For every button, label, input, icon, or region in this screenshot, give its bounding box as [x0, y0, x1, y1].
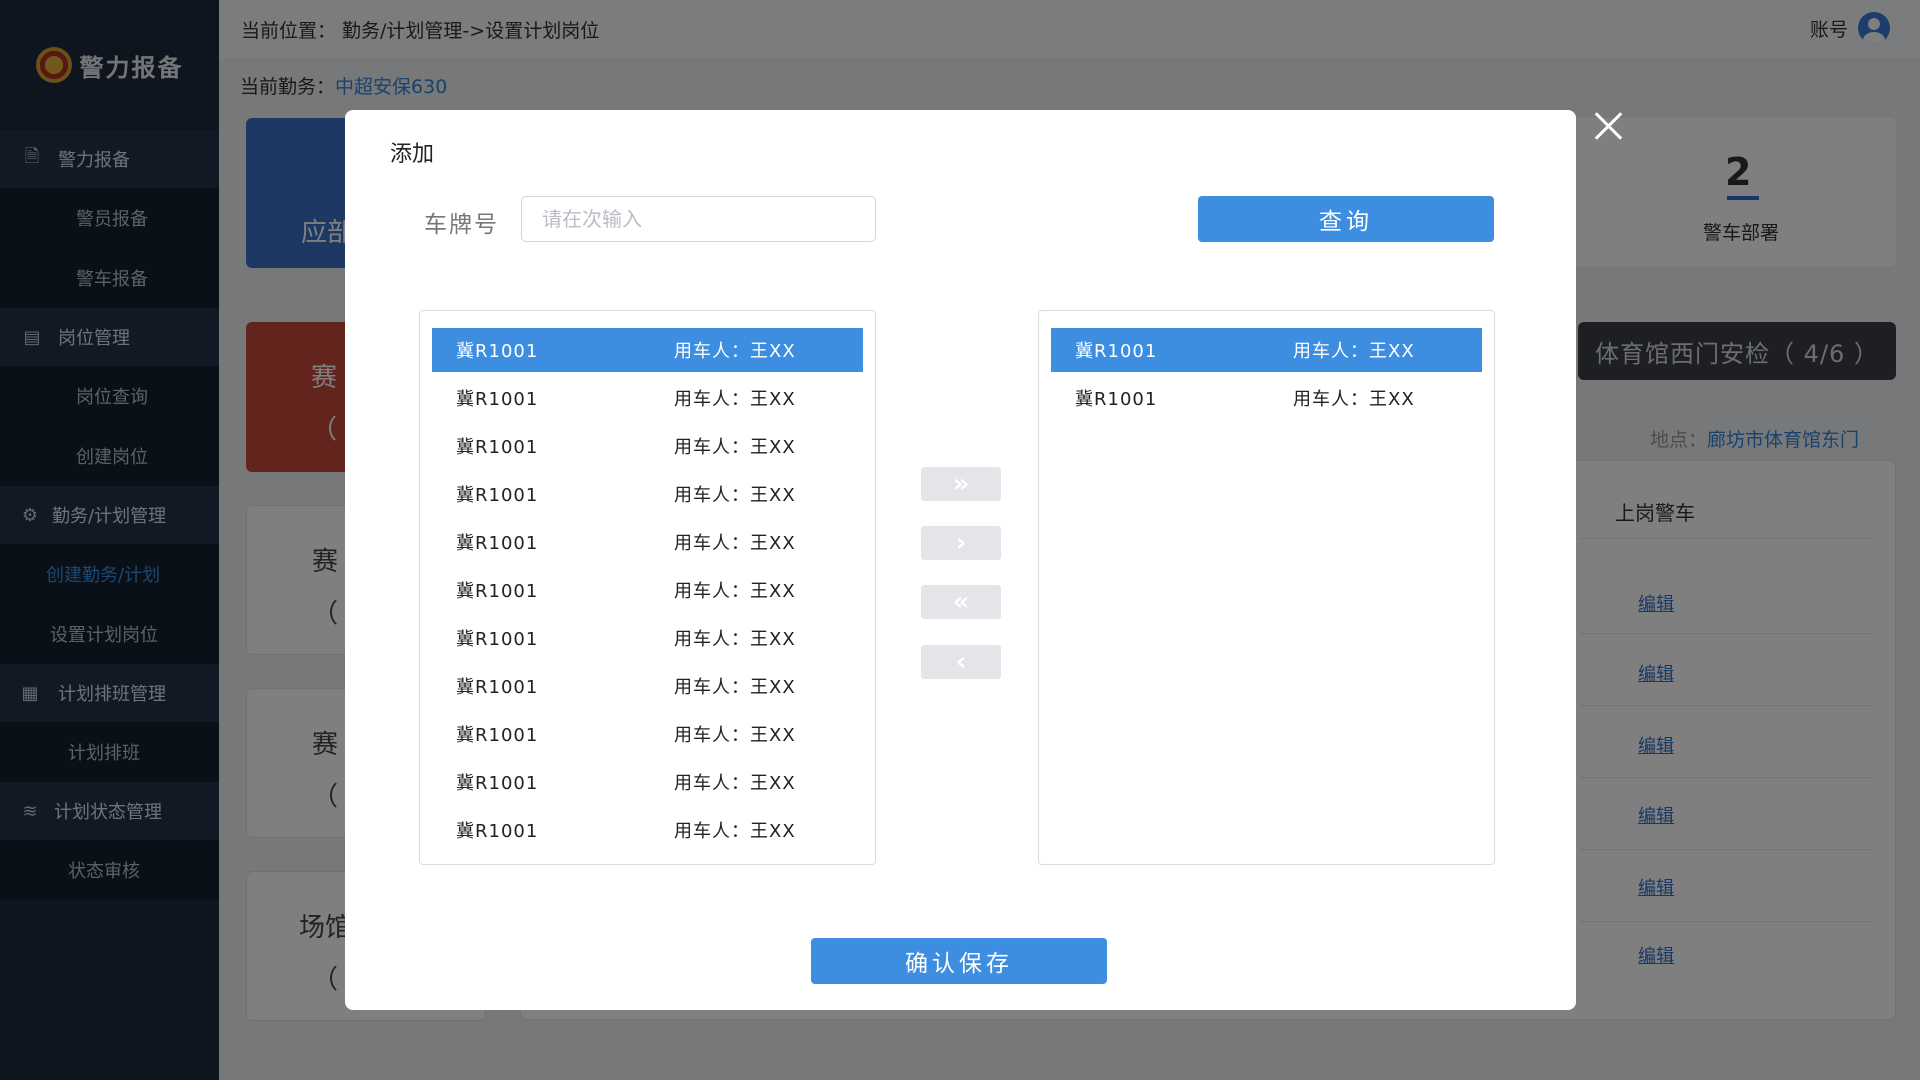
vehicle-plate: 冀R1001 — [456, 677, 539, 698]
query-button[interactable]: 查询 — [1198, 196, 1494, 242]
vehicle-user: 用车人：王XX — [1293, 389, 1415, 410]
vehicle-plate: 冀R1001 — [456, 629, 539, 650]
vehicle-list-item[interactable]: 冀R1001 用车人：王XX — [432, 760, 863, 804]
chevron-left-icon: ‹ — [955, 647, 967, 677]
vehicle-plate: 冀R1001 — [456, 341, 539, 362]
confirm-save-button[interactable]: 确认保存 — [811, 938, 1107, 984]
vehicle-plate: 冀R1001 — [456, 437, 539, 458]
add-vehicle-dialog: 添加 车牌号 查询 冀R1001用车人：王XX冀R1001用车人：王XX冀R10… — [345, 110, 1576, 1010]
vehicle-list-item[interactable]: 冀R1001 用车人：王XX — [432, 664, 863, 708]
vehicle-plate: 冀R1001 — [1075, 341, 1158, 362]
vehicle-plate: 冀R1001 — [456, 485, 539, 506]
vehicle-plate: 冀R1001 — [456, 389, 539, 410]
vehicle-list-item[interactable]: 冀R1001 用车人：王XX — [1051, 376, 1482, 420]
move-right-button[interactable]: › — [921, 526, 1001, 560]
close-icon[interactable] — [1590, 108, 1626, 144]
vehicle-plate: 冀R1001 — [456, 773, 539, 794]
selected-vehicles-list[interactable]: 冀R1001 用车人：王XX 冀R1001 用车人：王XX — [1038, 310, 1495, 865]
vehicle-user: 用车人：王XX — [674, 677, 796, 698]
vehicle-list-item[interactable]: 冀R1001 用车人：王XX — [432, 616, 863, 660]
vehicle-plate: 冀R1001 — [1075, 389, 1158, 410]
vehicle-plate: 冀R1001 — [456, 821, 539, 842]
vehicle-user: 用车人：王XX — [674, 533, 796, 554]
vehicle-list-item[interactable]: 冀R1001 用车人：王XX — [432, 712, 863, 756]
vehicle-user: 用车人：王XX — [674, 389, 796, 410]
vehicle-list-item[interactable]: 冀R1001 用车人：王XX — [432, 376, 863, 420]
dialog-title: 添加 — [390, 142, 435, 167]
move-left-button[interactable]: ‹ — [921, 645, 1001, 679]
vehicle-user: 用车人：王XX — [674, 725, 796, 746]
vehicle-plate: 冀R1001 — [456, 581, 539, 602]
vehicle-list-item[interactable]: 冀R1001 用车人：王XX — [432, 424, 863, 468]
vehicle-user: 用车人：王XX — [674, 341, 796, 362]
vehicle-user: 用车人：王XX — [674, 821, 796, 842]
double-chevron-left-icon: « — [952, 587, 970, 617]
vehicle-list-item[interactable]: 冀R1001 用车人：王XX — [432, 328, 863, 372]
chevron-right-icon: › — [955, 528, 967, 558]
plate-number-input[interactable] — [521, 196, 876, 242]
move-all-left-button[interactable]: « — [921, 585, 1001, 619]
plate-number-label: 车牌号 — [424, 212, 499, 238]
vehicle-user: 用车人：王XX — [674, 581, 796, 602]
vehicle-list-item[interactable]: 冀R1001 用车人：王XX — [432, 808, 863, 852]
vehicle-user: 用车人：王XX — [674, 629, 796, 650]
vehicle-user: 用车人：王XX — [1293, 341, 1415, 362]
vehicle-list-item[interactable]: 冀R1001 用车人：王XX — [432, 520, 863, 564]
vehicle-user: 用车人：王XX — [674, 485, 796, 506]
available-vehicles-list[interactable]: 冀R1001 用车人：王XX 冀R1001 用车人：王XX 冀R1001 用车人：王XX 冀… — [419, 310, 876, 865]
move-all-right-button[interactable]: » — [921, 467, 1001, 501]
vehicle-list-item[interactable]: 冀R1001 用车人：王XX — [432, 472, 863, 516]
vehicle-list-item[interactable]: 冀R1001 用车人：王XX — [1051, 328, 1482, 372]
vehicle-list-item[interactable]: 冀R1001 用车人：王XX — [432, 568, 863, 612]
vehicle-plate: 冀R1001 — [456, 725, 539, 746]
vehicle-user: 用车人：王XX — [674, 437, 796, 458]
vehicle-plate: 冀R1001 — [456, 533, 539, 554]
double-chevron-right-icon: » — [952, 469, 970, 499]
vehicle-user: 用车人：王XX — [674, 773, 796, 794]
